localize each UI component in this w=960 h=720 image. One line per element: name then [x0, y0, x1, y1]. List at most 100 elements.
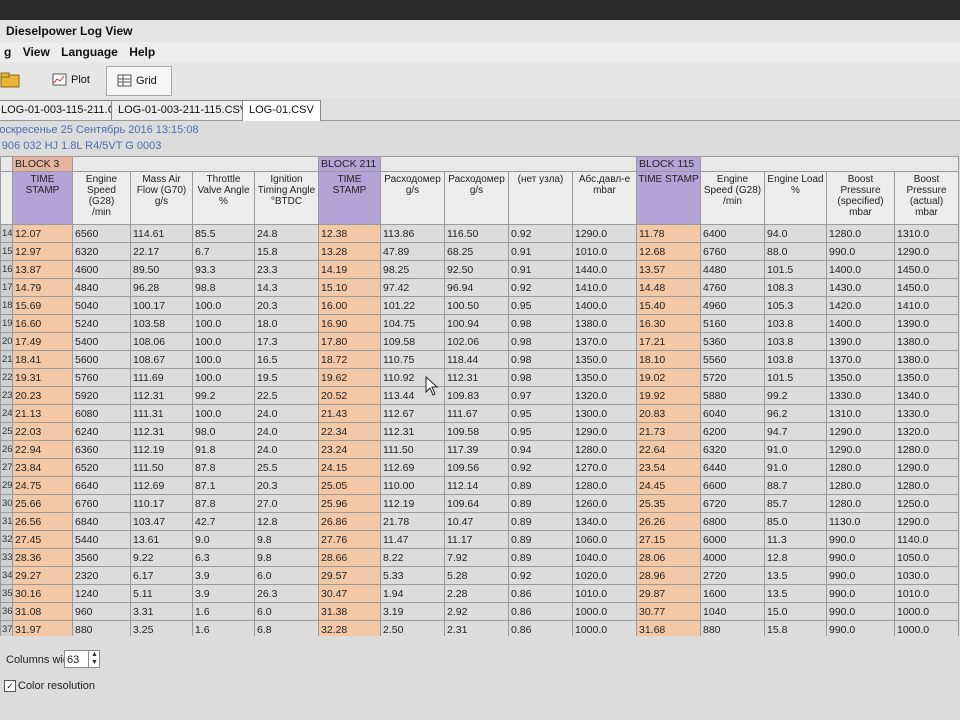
menu-view[interactable]: View — [19, 42, 54, 62]
table-row[interactable]: 24 21.13 6080 111.31 100.0 24.0 21.43 112.67 111… — [0, 404, 959, 423]
column-header[interactable]: Расходомер g/s — [444, 171, 509, 225]
table-cell: 1.94 — [380, 584, 445, 603]
table-cell: 18.41 — [12, 350, 73, 369]
column-header[interactable]: TIME STAMP — [636, 171, 701, 225]
column-header[interactable]: (нет узла) — [508, 171, 573, 225]
table-cell: 5560 — [700, 350, 765, 369]
table-cell: 0.92 — [508, 224, 573, 243]
table-cell: 89.50 — [130, 260, 193, 279]
column-header[interactable]: TIME STAMP — [12, 171, 73, 225]
table-row[interactable]: 15 12.97 6320 22.17 6.7 15.8 13.28 47.89 68.25 0.… — [0, 242, 959, 261]
table-row[interactable]: 30 25.66 6760 110.17 87.8 27.0 25.96 112.19 109.… — [0, 494, 959, 513]
table-row[interactable]: 27 23.84 6520 111.50 87.8 25.5 24.15 112.69 109.… — [0, 458, 959, 477]
column-header[interactable]: Engine Load% — [764, 171, 827, 225]
table-cell: 24.0 — [254, 404, 319, 423]
table-row[interactable]: 29 24.75 6640 112.69 87.1 20.3 25.05 110.00 112.… — [0, 476, 959, 495]
table-row[interactable]: 19 16.60 5240 103.58 100.0 18.0 16.90 104.75 100… — [0, 314, 959, 333]
table-cell: 9.22 — [130, 548, 193, 567]
table-row[interactable]: 37 31.97 880 3.25 1.6 6.8 32.28 2.50 2.31 0.86 100… — [0, 620, 959, 636]
table-cell: 100.94 — [444, 314, 509, 333]
table-cell: 1350.0 — [572, 368, 637, 387]
grid-icon — [117, 74, 132, 87]
table-cell: 17.49 — [12, 332, 73, 351]
table-cell: 7.92 — [444, 548, 509, 567]
column-header[interactable]: Абс.давл-е mbar — [572, 171, 637, 225]
column-header[interactable]: Mass Air Flow (G70) g/s — [130, 171, 193, 225]
table-cell: 0.86 — [508, 620, 573, 636]
column-header[interactable]: Throttle Valve Angle% — [192, 171, 255, 225]
table-cell: 6040 — [700, 404, 765, 423]
table-row[interactable]: 20 17.49 5400 108.06 100.0 17.3 17.80 109.58 102… — [0, 332, 959, 351]
table-row[interactable]: 21 18.41 5600 108.67 100.0 16.5 18.72 110.75 118… — [0, 350, 959, 369]
table-cell: 110.75 — [380, 350, 445, 369]
row-index: 20 — [0, 332, 13, 351]
row-index: 32 — [0, 530, 13, 549]
spin-up-icon[interactable]: ▲ — [89, 651, 100, 659]
top-bezel — [0, 0, 960, 20]
table-cell: 98.0 — [192, 422, 255, 441]
table-row[interactable]: 32 27.45 5440 13.61 9.0 9.8 27.76 11.47 11.17 0.8… — [0, 530, 959, 549]
row-index: 36 — [0, 602, 13, 621]
table-cell: 22.34 — [318, 422, 381, 441]
column-header[interactable]: Engine Speed (G28)/min — [700, 171, 765, 225]
table-row[interactable]: 17 14.79 4840 96.28 98.8 14.3 15.10 97.42 96.94 0… — [0, 278, 959, 297]
table-row[interactable]: 16 13.87 4600 89.50 93.3 23.3 14.19 98.25 92.50 0… — [0, 260, 959, 279]
table-cell: 112.69 — [380, 458, 445, 477]
column-header[interactable]: Boost Pressure (actual) mbar — [894, 171, 959, 225]
table-row[interactable]: 35 30.16 1240 5.11 3.9 26.3 30.47 1.94 2.28 0.86 1… — [0, 584, 959, 603]
menu-language[interactable]: Language — [57, 42, 122, 62]
plot-button[interactable]: Plot — [44, 66, 96, 94]
table-cell: 1010.0 — [894, 584, 959, 603]
column-header-name: Расходомер — [448, 174, 505, 185]
table-cell: 3.19 — [380, 602, 445, 621]
table-cell: 20.83 — [636, 404, 701, 423]
color-resolution-checkbox[interactable]: ✓ — [4, 680, 16, 692]
table-cell: 1280.0 — [826, 458, 895, 477]
table-cell: 1280.0 — [572, 476, 637, 495]
table-row[interactable]: 25 22.03 6240 112.31 98.0 24.0 22.34 112.31 109.… — [0, 422, 959, 441]
grid-button[interactable]: Grid — [106, 66, 172, 96]
table-cell: 101.5 — [764, 260, 827, 279]
table-cell: 108.67 — [130, 350, 193, 369]
table-row[interactable]: 14 12.07 6560 114.61 85.5 24.8 12.38 113.86 116.… — [0, 224, 959, 243]
table-row[interactable]: 33 28.36 3560 9.22 6.3 9.8 28.66 8.22 7.92 0.89 10… — [0, 548, 959, 567]
table-cell: 6000 — [700, 530, 765, 549]
table-cell: 6240 — [72, 422, 131, 441]
table-cell: 2.28 — [444, 584, 509, 603]
table-cell: 1240 — [72, 584, 131, 603]
menu-file[interactable]: g — [0, 42, 15, 62]
data-grid[interactable]: BLOCK 3 BLOCK 211 BLOCK 115 TIME STAMP Engin… — [0, 156, 960, 636]
table-cell: 6760 — [700, 242, 765, 261]
table-row[interactable]: 23 20.23 5920 112.31 99.2 22.5 20.52 113.44 109.… — [0, 386, 959, 405]
column-header[interactable]: TIME STAMP — [318, 171, 381, 225]
table-cell: 0.95 — [508, 296, 573, 315]
table-row[interactable]: 26 22.94 6360 112.19 91.8 24.0 23.24 111.50 117.… — [0, 440, 959, 459]
column-header[interactable]: Ignition Timing Angle °BTDC — [254, 171, 319, 225]
table-cell: 12.8 — [254, 512, 319, 531]
table-cell: 91.8 — [192, 440, 255, 459]
table-cell: 1290.0 — [572, 422, 637, 441]
block-115-label: BLOCK 115 — [636, 156, 701, 172]
menu-help[interactable]: Help — [125, 42, 159, 62]
table-cell: 17.21 — [636, 332, 701, 351]
open-folder-button[interactable] — [0, 66, 24, 94]
column-header[interactable]: Boost Pressure (specified) mbar — [826, 171, 895, 225]
table-row[interactable]: 18 15.69 5040 100.17 100.0 20.3 16.00 101.22 100… — [0, 296, 959, 315]
table-cell: 68.25 — [444, 242, 509, 261]
column-header[interactable]: Расходомер g/s — [380, 171, 445, 225]
table-cell: 0.89 — [508, 548, 573, 567]
tab-file-2[interactable]: LOG-01-003-211-115.CSV — [111, 100, 255, 120]
table-row[interactable]: 22 19.31 5760 111.69 100.0 19.5 19.62 110.92 112… — [0, 368, 959, 387]
table-cell: 5600 — [72, 350, 131, 369]
table-cell: 5720 — [700, 368, 765, 387]
tab-file-3[interactable]: LOG-01.CSV — [242, 100, 321, 121]
table-row[interactable]: 34 29.27 2320 6.17 3.9 6.0 29.57 5.33 5.28 0.92 10… — [0, 566, 959, 585]
column-header[interactable]: Engine Speed (G28)/min — [72, 171, 131, 225]
table-row[interactable]: 36 31.08 960 3.31 1.6 6.0 31.38 3.19 2.92 0.86 100… — [0, 602, 959, 621]
spin-down-icon[interactable]: ▼ — [89, 659, 100, 667]
table-cell: 4000 — [700, 548, 765, 567]
table-cell: 1400.0 — [826, 260, 895, 279]
columns-width-spinner[interactable]: ▲ ▼ — [88, 651, 100, 667]
table-row[interactable]: 31 26.56 6840 103.47 42.7 12.8 26.86 21.78 10.47… — [0, 512, 959, 531]
column-header-name: Boost Pressure (actual) — [906, 174, 947, 207]
